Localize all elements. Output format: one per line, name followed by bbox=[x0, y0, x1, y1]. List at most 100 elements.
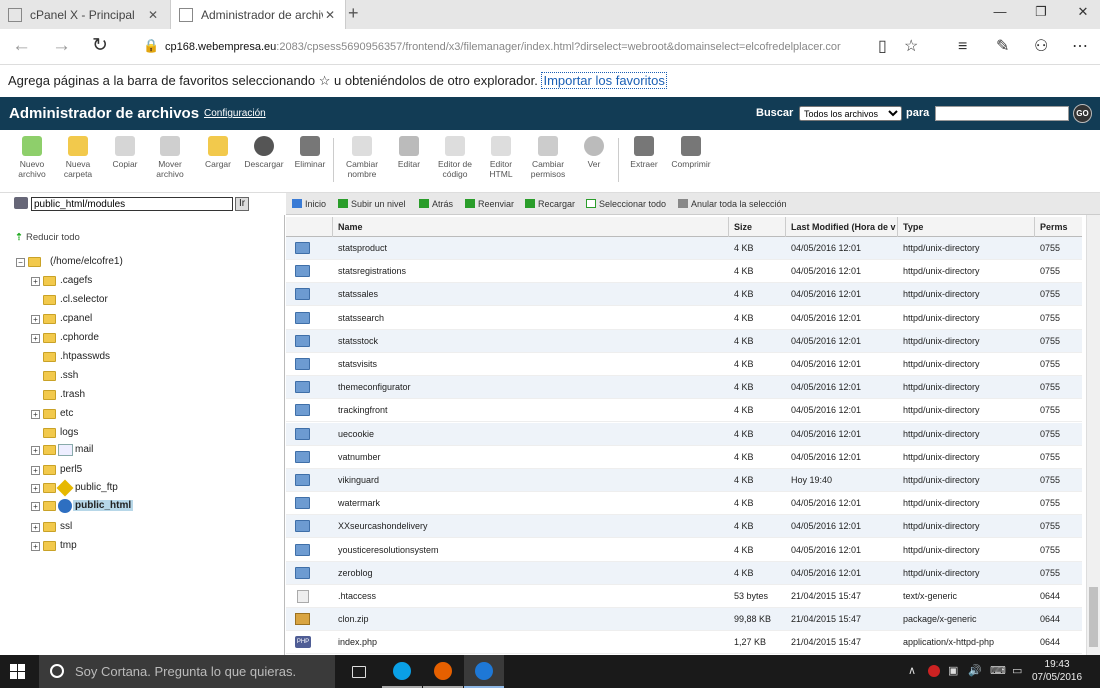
system-clock[interactable]: 19:43 07/05/2016 bbox=[1032, 658, 1082, 684]
tree-toggle[interactable]: + bbox=[31, 446, 40, 455]
table-row[interactable]: statssales 4 KB 04/05/2016 12:01 httpd/unix… bbox=[286, 283, 1082, 307]
edge-taskbar-button[interactable] bbox=[464, 655, 504, 688]
table-row[interactable]: XXseurcashondelivery 4 KB 04/05/2016 12:01… bbox=[286, 515, 1082, 539]
download-button[interactable]: Descargar bbox=[241, 136, 287, 169]
table-row[interactable]: watermark 4 KB 04/05/2016 12:01 httpd/unix-… bbox=[286, 492, 1082, 516]
table-row[interactable]: PHP index.php 1,27 KB 21/04/2015 15:47 appli… bbox=[286, 631, 1082, 655]
close-tab-icon[interactable]: ✕ bbox=[323, 8, 337, 22]
path-go-button[interactable]: Ir bbox=[235, 197, 249, 211]
table-row[interactable]: yousticeresolutionsystem 4 KB 04/05/2016 1… bbox=[286, 539, 1082, 562]
permissions-button[interactable]: Cambiar permisos bbox=[526, 136, 570, 179]
import-favorites-link[interactable]: Importar los favoritos bbox=[541, 72, 667, 89]
reload-button[interactable]: Recargar bbox=[525, 199, 575, 209]
new-file-button[interactable]: Nuevo archivo bbox=[14, 136, 50, 179]
move-button[interactable]: Mover archivo bbox=[150, 136, 190, 179]
tree-toggle[interactable]: + bbox=[31, 315, 40, 324]
scrollbar-thumb[interactable] bbox=[1089, 587, 1098, 647]
table-row[interactable]: zeroblog 4 KB 04/05/2016 12:01 httpd/unix-d… bbox=[286, 561, 1082, 585]
column-perms[interactable]: Perms bbox=[1034, 217, 1082, 237]
tab-cpanel-principal[interactable]: cPanel X - Principal ✕ bbox=[0, 0, 168, 29]
compress-button[interactable]: Comprimir bbox=[668, 136, 714, 169]
column-type[interactable]: Type bbox=[897, 217, 1034, 237]
start-button[interactable] bbox=[10, 664, 26, 680]
reading-view-icon[interactable]: ▯ bbox=[878, 37, 887, 57]
skype-taskbar-button[interactable] bbox=[382, 655, 422, 688]
tree-toggle[interactable]: + bbox=[31, 542, 40, 551]
edit-button[interactable]: Editar bbox=[392, 136, 426, 169]
tree-toggle[interactable]: + bbox=[31, 410, 40, 419]
hub-icon[interactable]: ≡ bbox=[958, 37, 967, 57]
column-modified[interactable]: Last Modified (Hora de v bbox=[785, 217, 897, 237]
refresh-icon[interactable]: ↻ bbox=[92, 36, 108, 56]
copy-button[interactable]: Copiar bbox=[106, 136, 144, 169]
table-row[interactable]: statsproduct 4 KB 04/05/2016 12:01 httpd/un… bbox=[286, 237, 1082, 260]
table-row[interactable]: .htaccess 53 bytes 21/04/2015 15:47 text/x-… bbox=[286, 585, 1082, 608]
table-row[interactable]: themeconfigurator 4 KB 04/05/2016 12:01 htt… bbox=[286, 376, 1082, 400]
tree-toggle[interactable]: + bbox=[31, 334, 40, 343]
table-row[interactable]: clon.zip 99,88 KB 21/04/2015 15:47 package/… bbox=[286, 608, 1082, 632]
rename-button[interactable]: Cambiar nombre bbox=[340, 136, 384, 179]
tree-toggle[interactable]: + bbox=[31, 502, 40, 511]
web-note-icon[interactable]: ✎ bbox=[996, 37, 1009, 57]
tree-toggle[interactable]: + bbox=[31, 466, 40, 475]
delete-button[interactable]: Eliminar bbox=[291, 136, 329, 169]
cell-modified: 04/05/2016 12:01 bbox=[791, 289, 862, 300]
more-icon[interactable]: ⋯ bbox=[1072, 37, 1088, 57]
forward-button[interactable]: Reenviar bbox=[465, 199, 514, 209]
share-icon[interactable]: ⚇ bbox=[1034, 37, 1048, 57]
view-button[interactable]: Ver bbox=[580, 136, 608, 169]
deselect-all-button[interactable]: Anular toda la selección bbox=[678, 199, 787, 209]
antivirus-icon[interactable] bbox=[928, 665, 940, 677]
url-field[interactable]: cp168.webempresa.eu:2083/cpsess569095635… bbox=[165, 37, 865, 57]
column-name[interactable]: Name bbox=[332, 217, 728, 237]
path-input[interactable] bbox=[31, 197, 233, 211]
new-folder-button[interactable]: Nueva carpeta bbox=[58, 136, 98, 179]
up-one-level-button[interactable]: Subir un nivel bbox=[338, 199, 406, 209]
table-row[interactable]: uecookie 4 KB 04/05/2016 12:01 httpd/unix-d… bbox=[286, 422, 1082, 446]
tab-file-manager[interactable]: Administrador de archiv ✕ bbox=[170, 0, 346, 29]
table-row[interactable]: statsregistrations 4 KB 04/05/2016 12:01 ht… bbox=[286, 260, 1082, 284]
home-button[interactable]: Inicio bbox=[292, 199, 326, 209]
task-view-button[interactable] bbox=[339, 655, 379, 688]
select-all-button[interactable]: Seleccionar todo bbox=[586, 199, 666, 209]
back-button[interactable]: Atrás bbox=[419, 199, 453, 209]
close-tab-icon[interactable]: ✕ bbox=[146, 8, 160, 22]
favorite-star-icon[interactable]: ☆ bbox=[904, 37, 918, 57]
search-input[interactable] bbox=[935, 106, 1069, 121]
html-editor-button[interactable]: Editor HTML bbox=[483, 136, 519, 179]
cell-type: httpd/unix-directory bbox=[903, 266, 980, 277]
language-icon[interactable]: ⌨ bbox=[990, 664, 1006, 677]
firefox-taskbar-button[interactable] bbox=[423, 655, 463, 688]
forward-icon[interactable]: → bbox=[52, 36, 71, 56]
table-row[interactable]: statsvisits 4 KB 04/05/2016 12:01 httpd/uni… bbox=[286, 353, 1082, 376]
search-go-button[interactable]: GO bbox=[1073, 104, 1092, 123]
close-window-icon[interactable]: ✕ bbox=[1068, 4, 1098, 20]
tree-toggle[interactable]: + bbox=[31, 523, 40, 532]
column-size[interactable]: Size bbox=[728, 217, 785, 237]
search-scope-select[interactable]: Todos los archivos bbox=[799, 106, 902, 121]
restore-icon[interactable]: ❐ bbox=[1026, 4, 1056, 20]
vertical-scrollbar[interactable] bbox=[1086, 215, 1100, 655]
settings-link[interactable]: Configuración bbox=[204, 108, 266, 119]
collapse-all-button[interactable]: ⇡ Reducir todo bbox=[15, 232, 80, 243]
volume-icon[interactable]: 🔊 bbox=[968, 664, 982, 677]
new-tab-icon[interactable]: + bbox=[348, 3, 359, 24]
table-row[interactable]: vikinguard 4 KB Hoy 19:40 httpd/unix-direct… bbox=[286, 469, 1082, 492]
table-row[interactable]: statssearch 4 KB 04/05/2016 12:01 httpd/uni… bbox=[286, 307, 1082, 330]
folder-icon bbox=[295, 497, 310, 510]
notifications-icon[interactable]: ▭ bbox=[1012, 664, 1022, 677]
code-editor-button[interactable]: Editor de código bbox=[432, 136, 478, 179]
upload-button[interactable]: Cargar bbox=[199, 136, 237, 169]
cortana-search-box[interactable]: Soy Cortana. Pregunta lo que quieras. bbox=[39, 655, 335, 688]
tree-toggle[interactable]: + bbox=[31, 484, 40, 493]
back-icon[interactable]: ← bbox=[12, 36, 31, 56]
minimize-icon[interactable]: — bbox=[985, 4, 1015, 19]
tree-toggle[interactable]: − bbox=[16, 258, 25, 267]
show-hidden-icons[interactable]: ∧ bbox=[908, 664, 916, 677]
extract-button[interactable]: Extraer bbox=[626, 136, 662, 169]
tree-toggle[interactable]: + bbox=[31, 277, 40, 286]
input-method-icon[interactable]: ▣ bbox=[948, 664, 958, 677]
table-row[interactable]: trackingfront 4 KB 04/05/2016 12:01 httpd/u… bbox=[286, 399, 1082, 423]
table-row[interactable]: statsstock 4 KB 04/05/2016 12:01 httpd/unix… bbox=[286, 329, 1082, 353]
table-row[interactable]: vatnumber 4 KB 04/05/2016 12:01 httpd/unix-… bbox=[286, 446, 1082, 469]
